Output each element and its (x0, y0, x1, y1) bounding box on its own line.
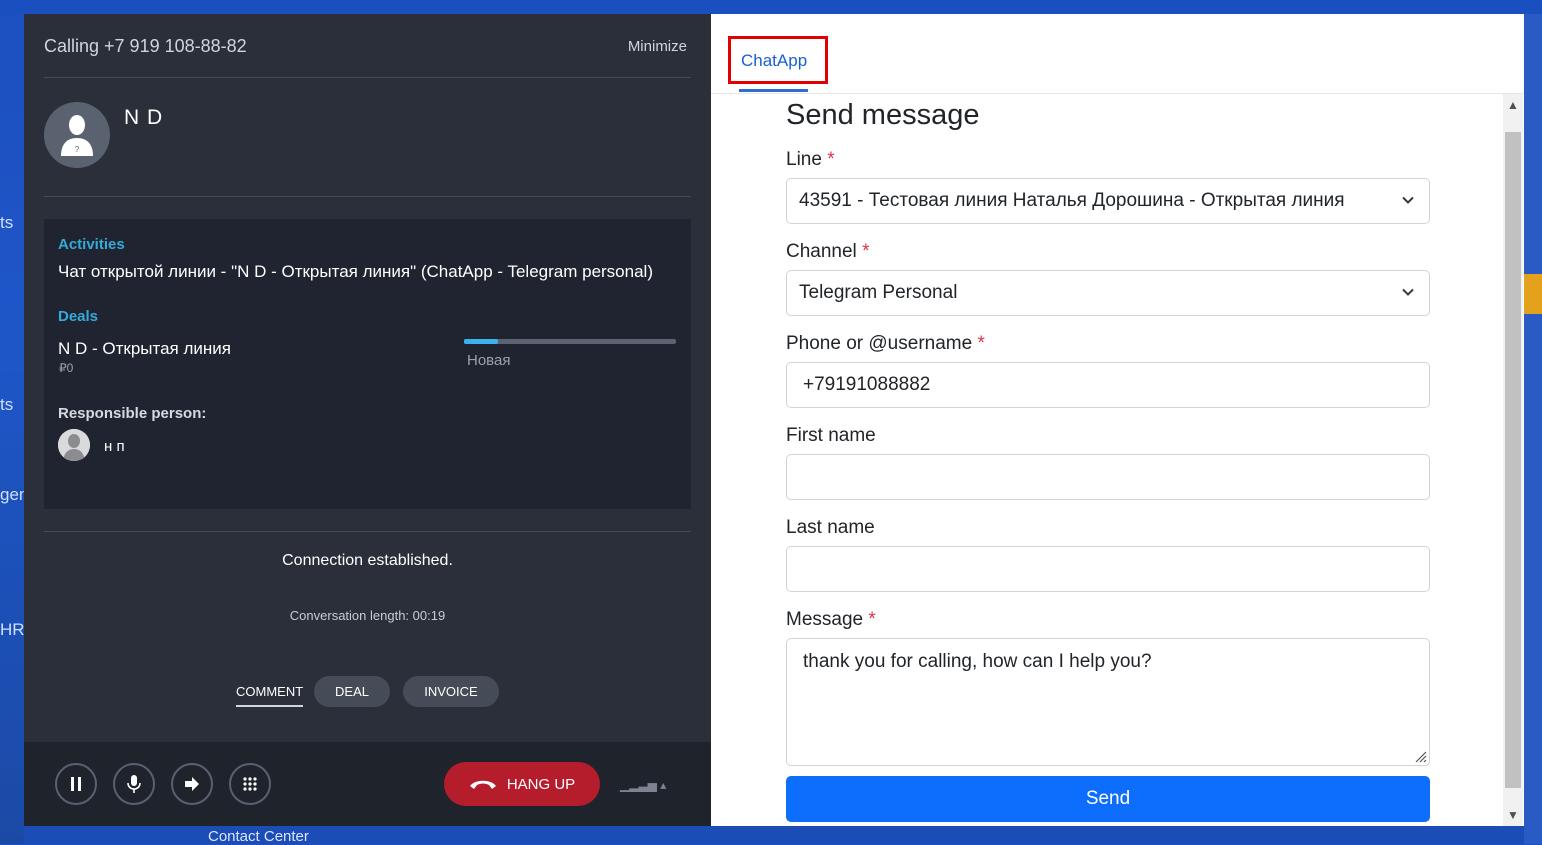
activities-label: Activities (58, 236, 125, 253)
message-label: Message * (786, 609, 876, 630)
send-message-form: Send message Line * 43591 - Тестовая лин… (786, 94, 1436, 826)
keypad-button[interactable] (229, 763, 271, 805)
line-select-value: 43591 - Тестовая линия Наталья Дорошина … (799, 190, 1345, 211)
phone-label: Phone or @username * (786, 333, 985, 354)
phone-hangup-icon (469, 780, 496, 789)
responsible-avatar (58, 429, 90, 461)
deal-sum: ₽0 (59, 361, 74, 375)
tab-deal[interactable]: DEAL (314, 676, 390, 707)
deal-stage-progress-fill (464, 339, 498, 344)
message-textarea[interactable]: thank you for calling, how can I help yo… (786, 638, 1430, 766)
tab-chatapp[interactable]: ChatApp (728, 36, 828, 84)
call-title: Calling +7 919 108-88-82 (44, 36, 247, 56)
transfer-button[interactable] (171, 763, 213, 805)
background-fragment: HR (0, 620, 25, 639)
channel-select-value: Telegram Personal (799, 282, 958, 303)
deal-link[interactable]: N D - Открытая линия (58, 339, 231, 359)
channel-select[interactable]: Telegram Personal (786, 270, 1430, 316)
keypad-icon (243, 777, 257, 791)
divider (44, 196, 691, 197)
chevron-down-icon (1402, 196, 1414, 204)
contact-avatar: ? (44, 102, 110, 168)
resize-handle-icon[interactable] (1411, 747, 1427, 763)
tab-comment[interactable]: COMMENT (236, 684, 304, 707)
user-photo-icon (58, 429, 90, 461)
phone-input[interactable]: +79191088882 (786, 362, 1430, 408)
connection-status: Connection established. (282, 552, 453, 569)
active-tab-indicator (739, 89, 808, 92)
svg-text:?: ? (75, 145, 80, 154)
call-panel: Calling +7 919 108-88-82 Minimize ? N D … (24, 14, 711, 826)
line-select[interactable]: 43591 - Тестовая линия Наталья Дорошина … (786, 178, 1430, 224)
crm-info-box: Activities Чат открытой линии - "N D - О… (44, 219, 691, 509)
scroll-down-icon[interactable]: ▼ (1503, 806, 1523, 824)
scrollbar-thumb[interactable] (1505, 132, 1521, 788)
deal-stage-progress (464, 339, 676, 344)
responsible-name[interactable]: н п (104, 438, 125, 455)
responsible-label: Responsible person: (58, 405, 207, 422)
call-header: Calling +7 919 108-88-82 Minimize (44, 14, 691, 78)
last-name-input[interactable] (786, 546, 1430, 592)
line-label: Line * (786, 149, 835, 170)
message-text: thank you for calling, how can I help yo… (803, 651, 1152, 672)
divider (44, 531, 691, 532)
background-bottom-bar: Contact Center (24, 826, 1524, 845)
signal-strength-icon[interactable]: ▁▂▃▅ ▴ (620, 778, 666, 792)
activity-link[interactable]: Чат открытой линии - "N D - Открытая лин… (58, 262, 653, 282)
user-placeholder-icon: ? (61, 115, 93, 156)
form-title: Send message (786, 99, 980, 131)
send-button[interactable]: Send (786, 776, 1430, 822)
deal-stage: Новая (467, 352, 511, 369)
hang-up-label: HANG UP (506, 775, 576, 793)
contact-center-tab[interactable]: Contact Center (208, 828, 309, 845)
contact-name: N D (124, 106, 164, 129)
hold-button[interactable] (55, 763, 97, 805)
form-scrollbar[interactable]: ▲ ▼ (1503, 94, 1523, 826)
deals-label: Deals (58, 308, 99, 325)
chevron-down-icon (1402, 288, 1414, 296)
microphone-icon (127, 775, 141, 793)
minimize-button[interactable]: Minimize (628, 38, 687, 55)
tab-invoice[interactable]: INVOICE (403, 676, 499, 707)
arrow-right-icon (185, 777, 199, 791)
pause-icon (71, 777, 81, 791)
background-fragment: ts (0, 395, 14, 414)
background-fragment: ts (0, 213, 14, 232)
scroll-up-icon[interactable]: ▲ (1503, 96, 1523, 114)
background-right-edge (1524, 14, 1542, 844)
background-top-bar (0, 0, 1542, 14)
call-controls: HANG UP ▁▂▃▅ ▴ (24, 742, 711, 826)
hang-up-button[interactable]: HANG UP (444, 762, 600, 806)
background-left-edge: ts ts gen HR (0, 0, 28, 844)
tab-chatapp-label: ChatApp (741, 51, 808, 70)
last-name-label: Last name (786, 517, 875, 538)
channel-label: Channel * (786, 241, 870, 262)
first-name-label: First name (786, 425, 876, 446)
mute-button[interactable] (113, 763, 155, 805)
conversation-length: Conversation length: 00:19 (289, 608, 446, 623)
background-accent-strip (1524, 274, 1542, 314)
first-name-input[interactable] (786, 454, 1430, 500)
chatapp-panel: ChatApp Send message Line * 43591 - Тест… (711, 14, 1524, 826)
